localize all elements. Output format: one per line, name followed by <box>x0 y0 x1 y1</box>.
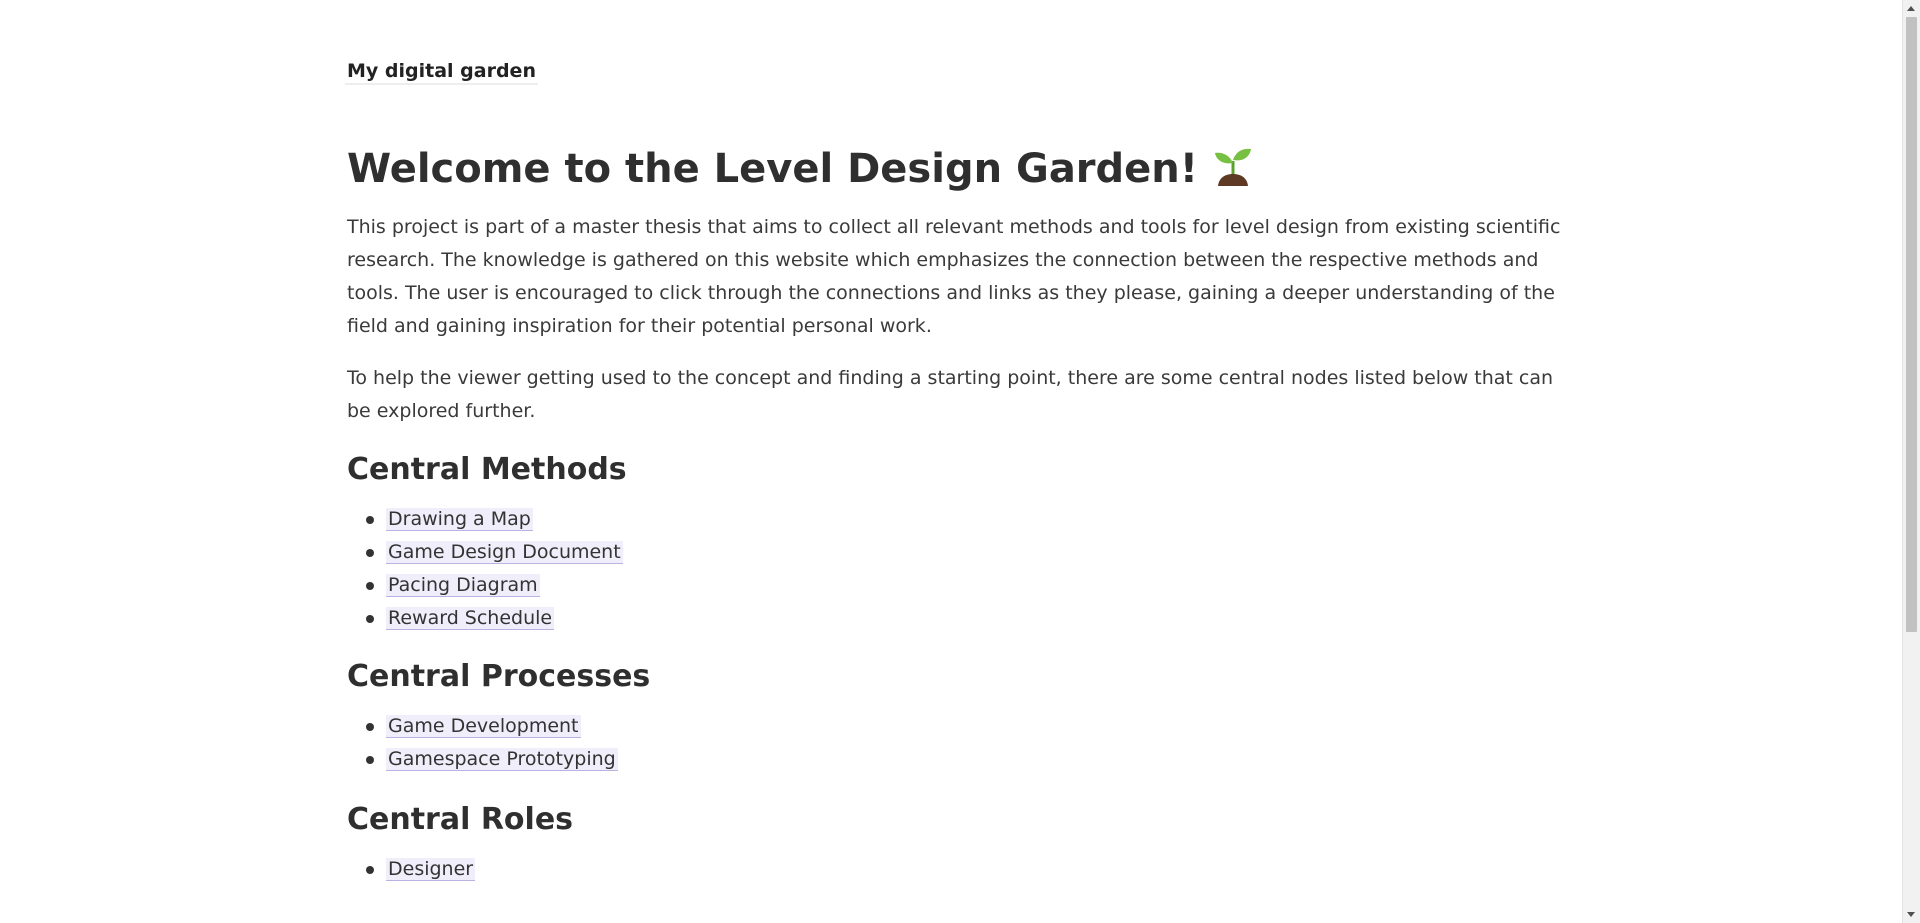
scroll-up-arrow-icon[interactable] <box>1907 6 1915 11</box>
vertical-scrollbar[interactable] <box>1902 0 1920 923</box>
scrollbar-thumb[interactable] <box>1906 17 1917 632</box>
list-item: Drawing a Map <box>347 503 1567 536</box>
processes-list: Game Development Gamespace Prototyping <box>347 710 1567 776</box>
link-game-design-document[interactable]: Game Design Document <box>386 541 623 564</box>
methods-list: Drawing a Map Game Design Document Pacin… <box>347 503 1567 635</box>
link-designer[interactable]: Designer <box>386 858 476 881</box>
page-title: Welcome to the Level Design Garden! <box>347 144 1567 193</box>
list-item: Game Development <box>347 710 1567 743</box>
list-item: Designer <box>347 853 1567 886</box>
intro-paragraph: This project is part of a master thesis … <box>347 216 1561 337</box>
list-item: Pacing Diagram <box>347 569 1567 602</box>
link-drawing-a-map[interactable]: Drawing a Map <box>386 508 533 531</box>
section-heading-roles: Central Roles <box>347 802 574 837</box>
list-item: Reward Schedule <box>347 602 1567 635</box>
page: My digital garden Welcome to the Level D… <box>0 0 1920 923</box>
scroll-down-arrow-icon[interactable] <box>1907 912 1915 917</box>
sprout-icon <box>1215 148 1252 186</box>
page-title-text: Welcome to the Level Design Garden! <box>347 146 1199 192</box>
guide-paragraph: To help the viewer getting used to the c… <box>347 367 1554 422</box>
main-content: My digital garden Welcome to the Level D… <box>345 56 1567 886</box>
link-pacing-diagram[interactable]: Pacing Diagram <box>386 574 540 597</box>
list-item: Gamespace Prototyping <box>347 743 1567 776</box>
link-gamespace-prototyping[interactable]: Gamespace Prototyping <box>386 748 618 771</box>
list-item: Game Design Document <box>347 536 1567 569</box>
section-heading-processes: Central Processes <box>347 659 651 694</box>
roles-list: Designer <box>347 853 1567 886</box>
site-title-link[interactable]: My digital garden <box>345 56 538 85</box>
link-game-development[interactable]: Game Development <box>386 715 581 738</box>
section-heading-methods: Central Methods <box>347 452 627 487</box>
link-reward-schedule[interactable]: Reward Schedule <box>386 607 555 630</box>
